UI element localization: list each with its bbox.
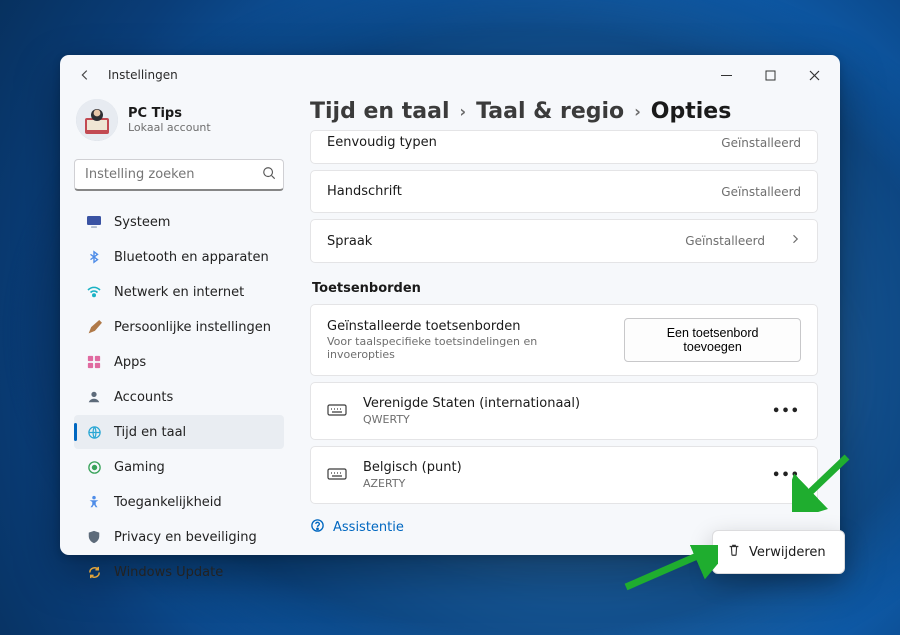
- sidebar-item-apps[interactable]: Apps: [74, 345, 284, 379]
- sidebar: PC Tips Lokaal account Systeem: [60, 95, 292, 555]
- context-menu-delete[interactable]: Verwijderen: [719, 537, 838, 567]
- close-button[interactable]: [792, 60, 836, 90]
- keyboard-layout: AZERTY: [363, 477, 462, 490]
- sidebar-item-bluetooth[interactable]: Bluetooth en apparaten: [74, 240, 284, 274]
- update-icon: [86, 564, 102, 580]
- feature-card-easy-typing[interactable]: Eenvoudig typen Geïnstalleerd: [310, 130, 818, 164]
- keyboard-icon: [327, 401, 347, 421]
- sidebar-item-accounts[interactable]: Accounts: [74, 380, 284, 414]
- person-icon: [86, 389, 102, 405]
- keyboard-layout: QWERTY: [363, 413, 580, 426]
- brush-icon: [86, 319, 102, 335]
- shield-icon: [86, 529, 102, 545]
- keyboard-name: Belgisch (punt): [363, 460, 462, 475]
- context-menu: Verwijderen: [712, 530, 845, 574]
- system-icon: [86, 214, 102, 230]
- add-keyboard-button[interactable]: Een toetsenbord toevoegen: [624, 318, 801, 362]
- keyboard-name: Verenigde Staten (internationaal): [363, 396, 580, 411]
- keyboards-heading: Toetsenborden: [312, 281, 816, 296]
- sidebar-item-gaming[interactable]: Gaming: [74, 450, 284, 484]
- content-scroll[interactable]: Eenvoudig typen Geïnstalleerd Handschrif…: [310, 130, 822, 545]
- trash-icon: [727, 543, 741, 561]
- account-sub: Lokaal account: [128, 121, 211, 134]
- maximize-button[interactable]: [748, 60, 792, 90]
- window-title: Instellingen: [108, 68, 178, 82]
- search-input[interactable]: [74, 159, 284, 191]
- sidebar-item-windows-update[interactable]: Windows Update: [74, 555, 284, 589]
- accessibility-icon: [86, 494, 102, 510]
- sidebar-item-accessibility[interactable]: Toegankelijkheid: [74, 485, 284, 519]
- sidebar-item-label: Windows Update: [114, 565, 223, 580]
- feature-label: Spraak: [327, 234, 372, 249]
- sidebar-item-label: Systeem: [114, 215, 170, 230]
- globe-clock-icon: [86, 424, 102, 440]
- sidebar-item-label: Tijd en taal: [114, 425, 186, 440]
- breadcrumb-part-1[interactable]: Tijd en taal: [310, 99, 450, 124]
- sidebar-item-network[interactable]: Netwerk en internet: [74, 275, 284, 309]
- keyboard-row-us-intl[interactable]: Verenigde Staten (internationaal) QWERTY…: [310, 382, 818, 440]
- installed-keyboards-card: Geïnstalleerde toetsenborden Voor taalsp…: [310, 304, 818, 376]
- minimize-icon: [721, 70, 732, 81]
- chevron-right-icon: [789, 233, 801, 249]
- titlebar: Instellingen: [60, 55, 840, 95]
- back-button[interactable]: [74, 64, 96, 86]
- context-menu-delete-label: Verwijderen: [749, 545, 826, 560]
- wifi-icon: [86, 284, 102, 300]
- installed-keyboards-sub: Voor taalspecifieke toetsindelingen en i…: [327, 335, 596, 361]
- sidebar-item-privacy[interactable]: Privacy en beveiliging: [74, 520, 284, 554]
- gaming-icon: [86, 459, 102, 475]
- apps-icon: [86, 354, 102, 370]
- settings-window: Instellingen: [60, 55, 840, 555]
- feature-label: Eenvoudig typen: [327, 135, 437, 150]
- sidebar-nav: Systeem Bluetooth en apparaten Netwerk e…: [74, 205, 284, 589]
- search-icon: [262, 166, 276, 184]
- help-icon: [310, 518, 325, 537]
- sidebar-item-label: Toegankelijkheid: [114, 495, 222, 510]
- breadcrumb-current: Opties: [651, 99, 732, 124]
- account-block[interactable]: PC Tips Lokaal account: [74, 95, 284, 151]
- main-panel: Tijd en taal › Taal & regio › Opties Een…: [292, 95, 840, 555]
- sidebar-item-label: Netwerk en internet: [114, 285, 244, 300]
- feature-card-speech[interactable]: Spraak Geïnstalleerd: [310, 219, 818, 263]
- sidebar-item-label: Bluetooth en apparaten: [114, 250, 269, 265]
- close-icon: [809, 70, 820, 81]
- breadcrumb-part-2[interactable]: Taal & regio: [476, 99, 624, 124]
- sidebar-item-time-language[interactable]: Tijd en taal: [74, 415, 284, 449]
- maximize-icon: [765, 70, 776, 81]
- minimize-button[interactable]: [704, 60, 748, 90]
- sidebar-item-label: Apps: [114, 355, 146, 370]
- keyboard-row-belgian-period[interactable]: Belgisch (punt) AZERTY •••: [310, 446, 818, 504]
- chevron-right-icon: ›: [634, 102, 641, 121]
- more-options-button[interactable]: •••: [771, 461, 801, 489]
- avatar: [76, 99, 118, 141]
- keyboard-icon: [327, 465, 347, 485]
- account-name: PC Tips: [128, 106, 211, 121]
- search-box: [74, 159, 284, 191]
- desktop-background: Instellingen: [0, 0, 900, 635]
- assist-label: Assistentie: [333, 520, 404, 535]
- sidebar-item-label: Gaming: [114, 460, 165, 475]
- sidebar-item-label: Privacy en beveiliging: [114, 530, 257, 545]
- bluetooth-icon: [86, 249, 102, 265]
- sidebar-item-system[interactable]: Systeem: [74, 205, 284, 239]
- feature-status: Geïnstalleerd: [685, 234, 765, 248]
- sidebar-item-label: Accounts: [114, 390, 173, 405]
- feature-label: Handschrift: [327, 184, 402, 199]
- sidebar-item-personalization[interactable]: Persoonlijke instellingen: [74, 310, 284, 344]
- feature-status: Geïnstalleerd: [721, 185, 801, 199]
- chevron-right-icon: ›: [460, 102, 467, 121]
- feature-status: Geïnstalleerd: [721, 136, 801, 150]
- sidebar-item-label: Persoonlijke instellingen: [114, 320, 271, 335]
- arrow-left-icon: [78, 68, 92, 82]
- feature-card-handwriting[interactable]: Handschrift Geïnstalleerd: [310, 170, 818, 213]
- breadcrumb: Tijd en taal › Taal & regio › Opties: [310, 99, 822, 124]
- more-options-button[interactable]: •••: [771, 397, 801, 425]
- installed-keyboards-title: Geïnstalleerde toetsenborden: [327, 319, 596, 334]
